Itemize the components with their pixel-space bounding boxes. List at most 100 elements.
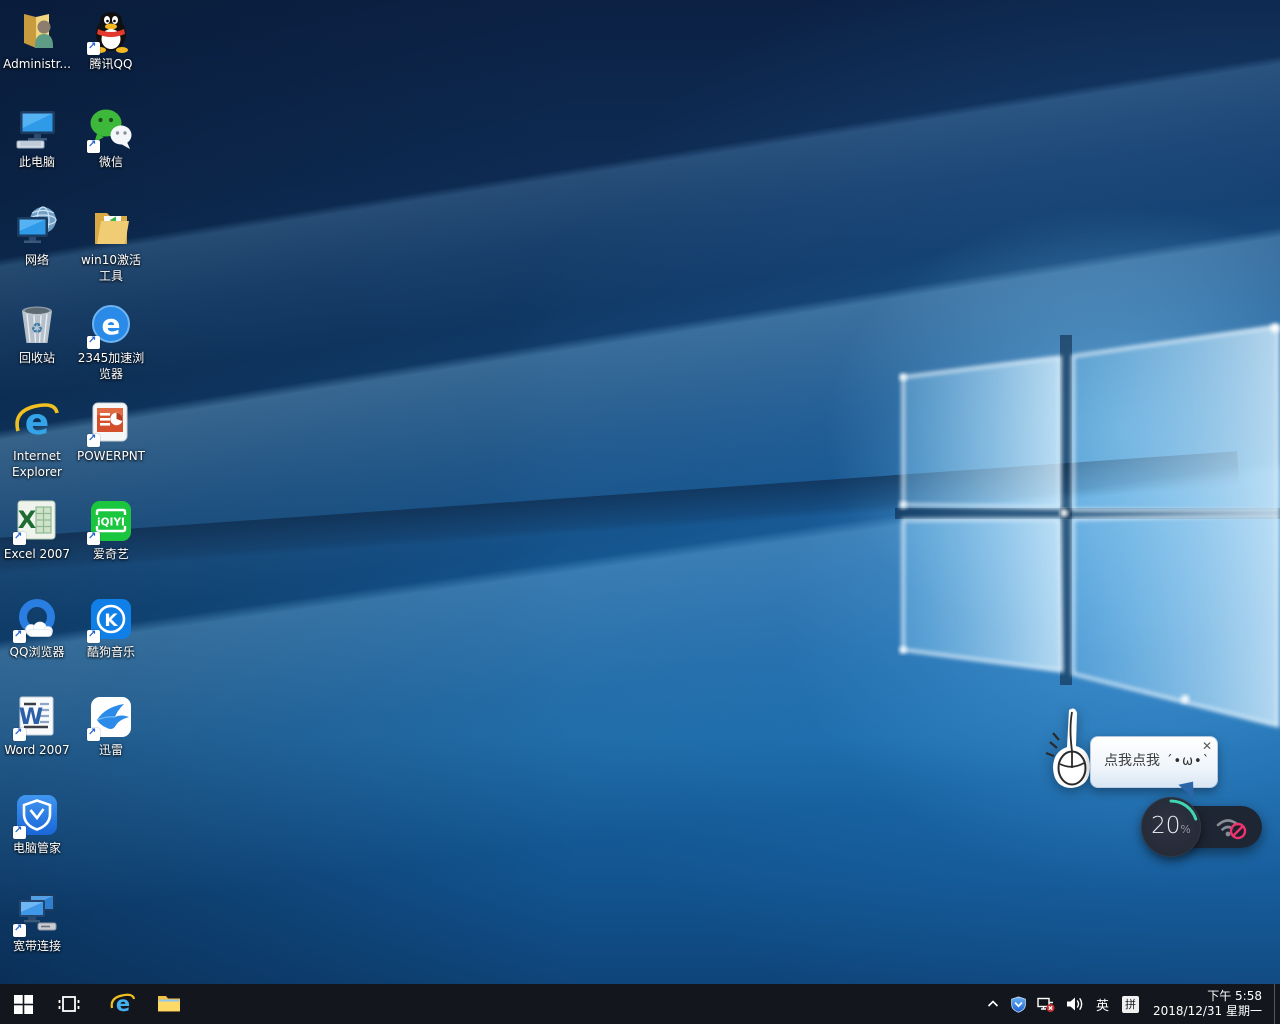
shortcut-arrow-icon (87, 434, 100, 447)
icon-label: Internet Explorer (1, 449, 73, 480)
shortcut-arrow-icon (13, 728, 26, 741)
speed-gauge[interactable]: 20% (1141, 797, 1201, 857)
folder-icon (88, 204, 134, 250)
qq-penguin-icon (88, 8, 134, 54)
task-view-icon (58, 994, 80, 1014)
input-language-indicator[interactable]: 英 (1089, 995, 1116, 1014)
icon-label: 腾讯QQ (75, 57, 147, 73)
desktop-icon-qq-browser[interactable]: QQ浏览器 (1, 596, 73, 661)
administrator-folder-icon (14, 8, 60, 54)
shortcut-arrow-icon (13, 630, 26, 643)
excel-icon: X (14, 498, 60, 544)
desktop-icon-pc-manager[interactable]: 电脑管家 (1, 792, 73, 857)
desktop-icon-iqiyi[interactable]: iQIYI 爱奇艺 (75, 498, 147, 563)
desktop-icon-word[interactable]: W Word 2007 (1, 694, 73, 759)
tray-pc-manager-shield-icon[interactable] (1005, 984, 1032, 1024)
gauge-value: 20% (1141, 813, 1201, 839)
tray-network-disconnected-icon[interactable] (1032, 984, 1061, 1024)
internet-explorer-icon: e (110, 991, 136, 1017)
icon-label: win10激活工具 (75, 253, 147, 284)
iqiyi-icon: iQIYI (88, 498, 134, 544)
windows-logo-icon (14, 995, 33, 1014)
svg-text:X: X (18, 506, 37, 534)
internet-explorer-icon: e (14, 400, 60, 446)
icon-label: 网络 (1, 253, 73, 269)
taskbar-clock[interactable]: 下午 5:58 2018/12/31 星期一 (1147, 989, 1274, 1019)
icon-label: Excel 2007 (1, 547, 73, 563)
icon-label: 回收站 (1, 351, 73, 367)
shortcut-arrow-icon (13, 532, 26, 545)
icon-label: 微信 (75, 155, 147, 171)
tray-volume-icon[interactable] (1061, 984, 1089, 1024)
shortcut-arrow-icon (87, 532, 100, 545)
desktop-icon-kugou[interactable]: K 酷狗音乐 (75, 596, 147, 661)
shortcut-arrow-icon (13, 924, 26, 937)
task-view-button[interactable] (46, 984, 92, 1024)
desktop-icon-network[interactable]: 网络 (1, 204, 73, 269)
popup-message: 点我点我´•ω•` (1104, 737, 1210, 786)
desktop-icon-powerpoint[interactable]: POWERPNT (75, 400, 147, 465)
icon-label: Word 2007 (1, 743, 73, 759)
desktop-icon-recycle-bin[interactable]: ♻ 回收站 (1, 302, 73, 367)
icon-label: 酷狗音乐 (75, 645, 147, 661)
wechat-icon (88, 106, 134, 152)
icon-label: POWERPNT (75, 449, 147, 465)
pc-manager-shield-icon (14, 792, 60, 838)
powerpoint-icon (88, 400, 134, 446)
svg-text:e: e (102, 308, 121, 341)
desktop-icon-internet-explorer[interactable]: e Internet Explorer (1, 400, 73, 480)
clock-time: 下午 5:58 (1153, 989, 1262, 1004)
desktop-icon-win10-activation-tool[interactable]: win10激活工具 (75, 204, 147, 284)
desktop-icon-2345-browser[interactable]: e 2345加速浏览器 (75, 302, 147, 382)
icon-label: 宽带连接 (1, 939, 73, 955)
shortcut-arrow-icon (87, 728, 100, 741)
broadband-connection-icon (14, 890, 60, 936)
shortcut-arrow-icon (13, 826, 26, 839)
xunlei-bird-icon (88, 694, 134, 740)
wifi-blocked-icon[interactable] (1212, 812, 1254, 848)
recycle-bin-icon: ♻ (14, 302, 60, 348)
icon-label: Administr... (1, 57, 73, 73)
desktop-icon-excel[interactable]: X Excel 2007 (1, 498, 73, 563)
taskbar: e (0, 984, 1280, 1024)
icon-label: 迅雷 (75, 743, 147, 759)
shortcut-arrow-icon (87, 630, 100, 643)
kaomoji: ´•ω•` (1166, 754, 1210, 769)
svg-text:W: W (19, 705, 43, 730)
icon-label: 电脑管家 (1, 841, 73, 857)
icon-label: 2345加速浏览器 (75, 351, 147, 382)
popup-bubble[interactable]: 点我点我´•ω•` ✕ (1090, 736, 1218, 788)
hidden-icons-chevron[interactable] (981, 984, 1005, 1024)
word-icon: W (14, 694, 60, 740)
shortcut-arrow-icon (87, 140, 100, 153)
kugou-icon: K (88, 596, 134, 642)
desktop-wallpaper (0, 0, 1280, 1024)
system-tray: 英 拼 下午 5:58 2018/12/31 星期一 (981, 984, 1280, 1024)
icon-label: QQ浏览器 (1, 645, 73, 661)
close-icon[interactable]: ✕ (1202, 739, 1212, 753)
svg-text:iQIYI: iQIYI (97, 517, 125, 529)
network-globe-icon (14, 204, 60, 250)
svg-text:♻: ♻ (31, 321, 44, 337)
desktop-icon-administrator[interactable]: Administr... (1, 8, 73, 73)
qq-browser-icon (14, 596, 60, 642)
icon-label: 爱奇艺 (75, 547, 147, 563)
desktop-icon-broadband[interactable]: 宽带连接 (1, 890, 73, 955)
desktop-icon-xunlei[interactable]: 迅雷 (75, 694, 147, 759)
svg-text:K: K (104, 611, 118, 631)
2345-browser-e-icon: e (88, 302, 134, 348)
show-desktop-button[interactable] (1274, 984, 1280, 1024)
desktop-icon-tencent-qq[interactable]: 腾讯QQ (75, 8, 147, 73)
clock-date: 2018/12/31 星期一 (1153, 1004, 1262, 1019)
taskbar-ie-button[interactable]: e (100, 984, 146, 1024)
windows-logo-glow (0, 0, 1280, 1024)
start-button[interactable] (0, 984, 46, 1024)
desktop-icon-wechat[interactable]: 微信 (75, 106, 147, 171)
desktop-icon-this-pc[interactable]: 此电脑 (1, 106, 73, 171)
this-pc-icon (14, 106, 60, 152)
shortcut-arrow-icon (87, 336, 100, 349)
taskbar-explorer-button[interactable] (146, 984, 192, 1024)
ime-mode-badge[interactable]: 拼 (1122, 996, 1139, 1013)
windows-10-desktop: { "wallpaper": {"theme": "windows-10-her… (0, 0, 1280, 1024)
icon-label: 此电脑 (1, 155, 73, 171)
